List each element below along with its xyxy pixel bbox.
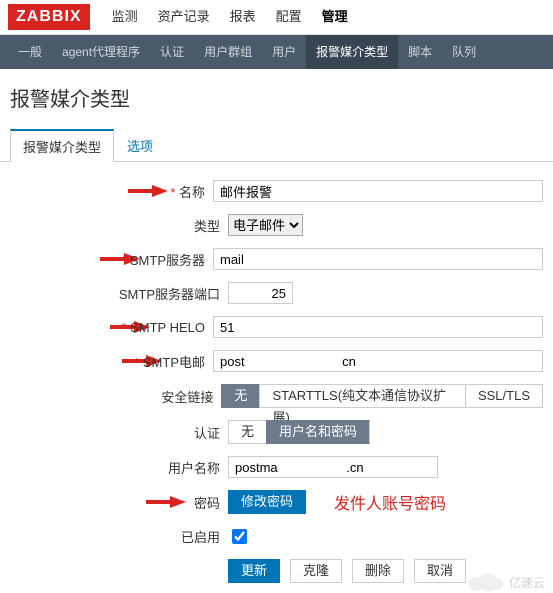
watermark: 亿速云 [469,573,545,591]
auth-group: 无 用户名和密码 [228,420,370,444]
nav-monitoring[interactable]: 监测 [102,0,148,34]
password-label: 密码 [10,493,228,512]
clone-button[interactable]: 克隆 [290,559,342,583]
subnav-auth[interactable]: 认证 [150,35,194,69]
row-name: 名称 [10,180,543,202]
smtp-server-label: SMTP服务器 [10,250,213,269]
subnav-scripts[interactable]: 脚本 [398,35,442,69]
nav-admin[interactable]: 管理 [312,0,358,34]
subnav-usergrp[interactable]: 用户群组 [194,35,262,69]
tab-options[interactable]: 选项 [114,129,166,162]
row-smtp-server: SMTP服务器 [10,248,543,270]
row-enabled: 已启用 [10,526,543,547]
topbar: ZABBIX 监测 资产记录 报表 配置 管理 [0,0,553,35]
cancel-button[interactable]: 取消 [414,559,466,583]
tabs: 报警媒介类型 选项 [0,128,553,162]
subnav-mediatypes[interactable]: 报警媒介类型 [306,35,398,69]
type-label: 类型 [10,216,228,235]
security-group: 无 STARTTLS(纯文本通信协议扩展) SSL/TLS [221,384,543,408]
username-input[interactable] [228,456,438,478]
page-title: 报警媒介类型 [0,69,553,122]
nav-reports[interactable]: 报表 [220,0,266,34]
row-password: 密码 修改密码 发件人账号密码 [10,490,543,514]
subnav-general[interactable]: 一般 [8,35,52,69]
smtp-port-label: SMTP服务器端口 [10,284,228,303]
row-security: 安全链接 无 STARTTLS(纯文本通信协议扩展) SSL/TLS [10,384,543,408]
row-type: 类型 电子邮件 [10,214,543,236]
row-auth: 认证 无 用户名和密码 [10,420,543,444]
smtp-port-input[interactable] [228,282,293,304]
cloud-icon [469,573,505,591]
subnav-proxies[interactable]: agent代理程序 [52,35,150,69]
smtp-helo-input[interactable] [213,316,543,338]
smtp-helo-label: SMTP HELO [10,320,213,335]
security-starttls[interactable]: STARTTLS(纯文本通信协议扩展) [259,384,465,408]
security-none[interactable]: 无 [221,384,259,408]
security-ssl[interactable]: SSL/TLS [465,384,543,408]
username-label: 用户名称 [10,458,228,477]
security-label: 安全链接 [10,387,221,406]
delete-button[interactable]: 删除 [352,559,404,583]
name-input[interactable] [213,180,543,202]
row-username: 用户名称 [10,456,543,478]
smtp-email-label: SMTP电邮 [10,352,213,371]
subnav-users[interactable]: 用户 [262,35,306,69]
auth-none[interactable]: 无 [228,420,266,444]
auth-label: 认证 [10,423,228,442]
row-smtp-port: SMTP服务器端口 [10,282,543,304]
tab-mediatype[interactable]: 报警媒介类型 [10,129,114,162]
enabled-checkbox[interactable] [232,529,247,544]
watermark-text: 亿速云 [509,574,545,591]
subnav-queue[interactable]: 队列 [442,35,486,69]
name-label: 名称 [10,182,213,201]
nav-inventory[interactable]: 资产记录 [148,0,220,34]
zabbix-logo: ZABBIX [8,4,90,30]
type-select[interactable]: 电子邮件 [228,214,303,236]
enabled-label: 已启用 [10,527,228,546]
auth-userpass[interactable]: 用户名和密码 [266,420,370,444]
row-smtp-helo: SMTP HELO [10,316,543,338]
smtp-email-input[interactable] [213,350,543,372]
update-button[interactable]: 更新 [228,559,280,583]
form: 名称 类型 电子邮件 SMTP服务器 SMTP服务器端口 SMTP HELO S… [0,162,553,593]
change-password-button[interactable]: 修改密码 [228,490,306,514]
nav-config[interactable]: 配置 [266,0,312,34]
mainnav: 监测 资产记录 报表 配置 管理 [102,0,358,34]
subnav: 一般 agent代理程序 认证 用户群组 用户 报警媒介类型 脚本 队列 [0,35,553,69]
row-smtp-email: SMTP电邮 [10,350,543,372]
smtp-server-input[interactable] [213,248,543,270]
password-annotation: 发件人账号密码 [334,490,446,514]
